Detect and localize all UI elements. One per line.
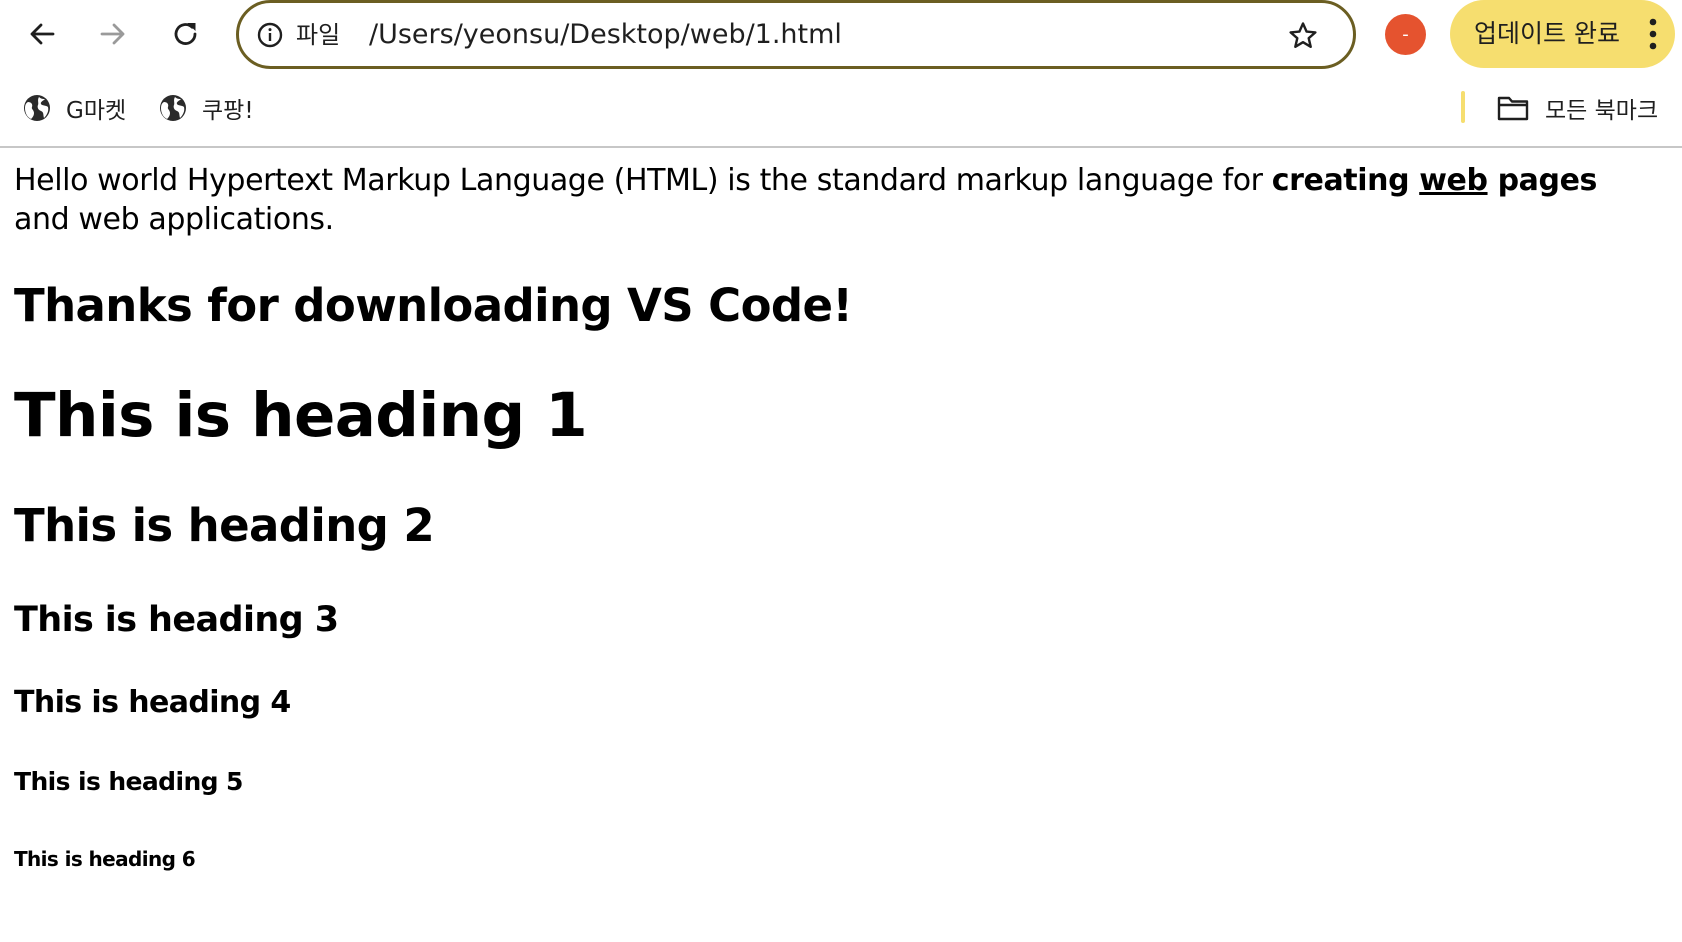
intro-paragraph: Hello world Hypertext Markup Language (H… [14, 161, 1634, 239]
all-bookmarks-button[interactable]: 모든 북마크 [1496, 90, 1658, 126]
heading-5: This is heading 5 [14, 767, 243, 796]
paragraph-text: Hello world Hypertext Markup Language (H… [14, 163, 1272, 198]
bookmarks-separator [1461, 91, 1465, 123]
heading-3: This is heading 3 [14, 600, 339, 640]
back-button[interactable] [21, 13, 63, 55]
all-bookmarks-label: 모든 북마크 [1545, 98, 1659, 124]
info-icon[interactable] [257, 22, 283, 48]
bookmark-coupang[interactable]: 쿠팡! [158, 90, 254, 126]
update-complete-button[interactable]: 업데이트 완료 [1450, 0, 1675, 68]
update-button-label: 업데이트 완료 [1474, 19, 1620, 48]
bold-segment: creating [1271, 163, 1420, 198]
bookmark-label: G마켓 [66, 98, 127, 124]
kebab-menu-icon[interactable] [1649, 18, 1657, 50]
bold-segment: pages [1487, 163, 1598, 198]
bookmark-gmarket[interactable]: G마켓 [22, 90, 126, 126]
folder-icon [1497, 96, 1529, 121]
forward-button[interactable] [92, 13, 134, 55]
url-text[interactable]: /Users/yeonsu/Desktop/web/1.html [369, 19, 842, 51]
heading-1: This is heading 1 [14, 380, 588, 451]
arrow-left-icon [30, 23, 55, 45]
underlined-bold-text: web [1419, 163, 1488, 198]
scheme-label: 파일 [296, 21, 341, 49]
heading-2: This is heading 2 [14, 499, 435, 552]
globe-icon [24, 95, 50, 121]
browser-toolbar: 파일 /Users/yeonsu/Desktop/web/1.html - 업데… [0, 0, 1682, 70]
star-icon[interactable] [1287, 20, 1319, 52]
globe-icon [160, 95, 186, 121]
profile-avatar[interactable]: - [1385, 14, 1426, 55]
profile-badge-text: - [1402, 24, 1409, 45]
heading-6: This is heading 6 [14, 847, 196, 871]
reload-icon [174, 23, 197, 45]
address-bar[interactable]: 파일 /Users/yeonsu/Desktop/web/1.html [236, 0, 1356, 69]
paragraph-bold-text: creating web pages [1271, 163, 1598, 198]
thanks-heading: Thanks for downloading VS Code! [14, 279, 853, 332]
heading-4: This is heading 4 [14, 685, 291, 720]
paragraph-text: and web applications. [14, 202, 334, 237]
bookmark-label: 쿠팡! [202, 98, 254, 124]
bookmarks-bar: G마켓 쿠팡! 모든 북마크 [0, 70, 1682, 148]
reload-button[interactable] [165, 13, 207, 55]
arrow-right-icon [100, 23, 125, 45]
